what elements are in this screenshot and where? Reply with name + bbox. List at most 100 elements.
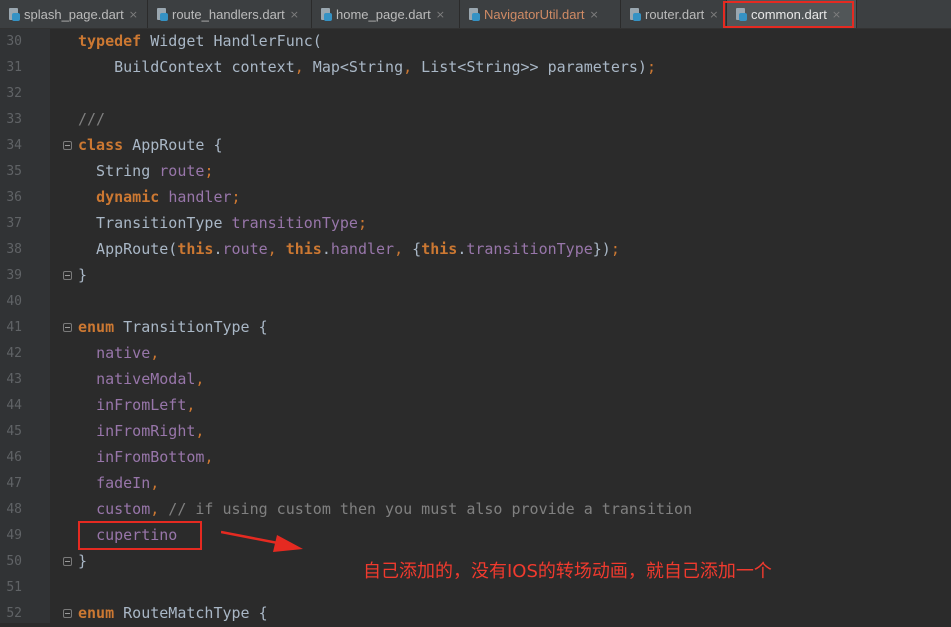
code-text: fadeIn, — [78, 474, 159, 492]
close-icon[interactable]: × — [832, 8, 841, 21]
code-token: transitionType — [466, 240, 593, 258]
dart-file-icon — [320, 7, 332, 21]
line-number: 47 — [6, 476, 22, 491]
code-token: , — [195, 370, 205, 388]
tab-router-dart[interactable]: router.dart × — [621, 0, 727, 28]
code-token: , — [267, 240, 277, 258]
code-token: nativeModal — [96, 370, 196, 388]
code-token: RouteMatchType { — [114, 604, 268, 622]
dart-file-icon — [735, 7, 747, 21]
tab-navigatorutil-dart[interactable]: NavigatorUtil.dart × — [460, 0, 621, 28]
code-token: , — [150, 474, 160, 492]
line-number: 48 — [6, 502, 22, 517]
code-token: native — [96, 344, 151, 362]
code-token: , — [150, 500, 160, 518]
code-line[interactable]: 36 dynamic handler; — [0, 185, 951, 211]
code-line[interactable]: 30 typedef Widget HandlerFunc( — [0, 29, 951, 55]
code-token: this — [421, 240, 458, 258]
code-line[interactable]: 46 inFromBottom, — [0, 445, 951, 471]
annotation-note: 自己添加的，没有IOS的转场动画，就自己添加一个 — [363, 561, 772, 582]
line-number: 32 — [6, 86, 22, 101]
code-line[interactable]: 40 — [0, 289, 951, 315]
code-line[interactable]: 31 BuildContext context, Map<String, Lis… — [0, 55, 951, 81]
tab-label: NavigatorUtil.dart — [484, 6, 585, 22]
fold-toggle-icon[interactable] — [63, 141, 72, 150]
dart-file-icon — [468, 7, 480, 21]
code-text: String route; — [78, 162, 213, 180]
code-line[interactable]: 42 native, — [0, 341, 951, 367]
line-number: 34 — [6, 138, 22, 153]
code-token: BuildContext context — [78, 58, 295, 76]
code-line[interactable]: 38 AppRoute(this.route, this.handler, {t… — [0, 237, 951, 263]
code-line[interactable]: 41 enum TransitionType { — [0, 315, 951, 341]
close-icon[interactable]: × — [129, 8, 138, 21]
code-token: , — [294, 58, 304, 76]
line-number: 37 — [6, 216, 22, 231]
fold-toggle-icon[interactable] — [63, 323, 72, 332]
line-number: 44 — [6, 398, 22, 413]
code-line[interactable]: 44 inFromLeft, — [0, 393, 951, 419]
code-text: typedef Widget HandlerFunc( — [78, 32, 322, 50]
line-number: 52 — [6, 606, 22, 621]
code-line[interactable]: 37 TransitionType transitionType; — [0, 211, 951, 237]
code-token: , — [403, 58, 413, 76]
line-number: 45 — [6, 424, 22, 439]
code-token: , — [394, 240, 404, 258]
code-token: ; — [231, 188, 241, 206]
code-text: nativeModal, — [78, 370, 204, 388]
code-text: inFromRight, — [78, 422, 204, 440]
code-token: class — [78, 136, 124, 154]
code-text: /// — [78, 110, 105, 128]
fold-toggle-icon[interactable] — [63, 557, 72, 566]
code-token: route — [159, 162, 205, 180]
line-number: 30 — [6, 34, 22, 49]
tab-home-page-dart[interactable]: home_page.dart × — [312, 0, 460, 28]
code-token: typedef — [78, 32, 142, 50]
code-line[interactable]: 35 String route; — [0, 159, 951, 185]
code-line[interactable]: 48 custom, // if using custom then you m… — [0, 497, 951, 523]
close-icon[interactable]: × — [709, 8, 718, 21]
tab-common-dart[interactable]: common.dart × — [727, 0, 857, 28]
code-token: . — [321, 240, 331, 258]
code-line[interactable]: 47 fadeIn, — [0, 471, 951, 497]
code-line[interactable]: 33 /// — [0, 107, 951, 133]
code-line[interactable]: 39} — [0, 263, 951, 289]
code-token: , — [150, 344, 160, 362]
code-token: AppRoute( — [78, 240, 178, 258]
line-number: 38 — [6, 242, 22, 257]
code-token: Map<String — [303, 58, 404, 76]
code-token: ; — [357, 214, 367, 232]
code-line[interactable]: 45 inFromRight, — [0, 419, 951, 445]
code-line[interactable]: 32 — [0, 81, 951, 107]
tab-label: splash_page.dart — [24, 6, 124, 22]
close-icon[interactable]: × — [436, 8, 445, 21]
code-token: TransitionType — [78, 214, 232, 232]
code-token: inFromBottom — [96, 448, 205, 466]
code-text: TransitionType transitionType; — [78, 214, 367, 232]
code-text: inFromLeft, — [78, 396, 195, 414]
close-icon[interactable]: × — [589, 8, 598, 21]
tab-splash-page-dart[interactable]: splash_page.dart × — [0, 0, 148, 28]
fold-toggle-icon[interactable] — [63, 609, 72, 618]
close-icon[interactable]: × — [290, 8, 299, 21]
code-text: } — [78, 266, 87, 284]
dart-file-icon — [8, 7, 20, 21]
code-token: List<String>> parameters) — [412, 58, 647, 76]
code-line[interactable]: 34 class AppRoute { — [0, 133, 951, 159]
added-line-highlight-box — [78, 521, 202, 550]
code-line[interactable]: 43 nativeModal, — [0, 367, 951, 393]
fold-toggle-icon[interactable] — [63, 271, 72, 280]
line-number: 35 — [6, 164, 22, 179]
code-text: class AppRoute { — [78, 136, 223, 154]
code-line[interactable]: 52 enum RouteMatchType { — [0, 601, 951, 627]
code-token: ; — [646, 58, 656, 76]
tab-label: router.dart — [645, 6, 705, 22]
tab-route-handlers-dart[interactable]: route_handlers.dart × — [148, 0, 312, 28]
code-token: Widget HandlerFunc( — [141, 32, 322, 50]
code-token: } — [78, 266, 88, 284]
